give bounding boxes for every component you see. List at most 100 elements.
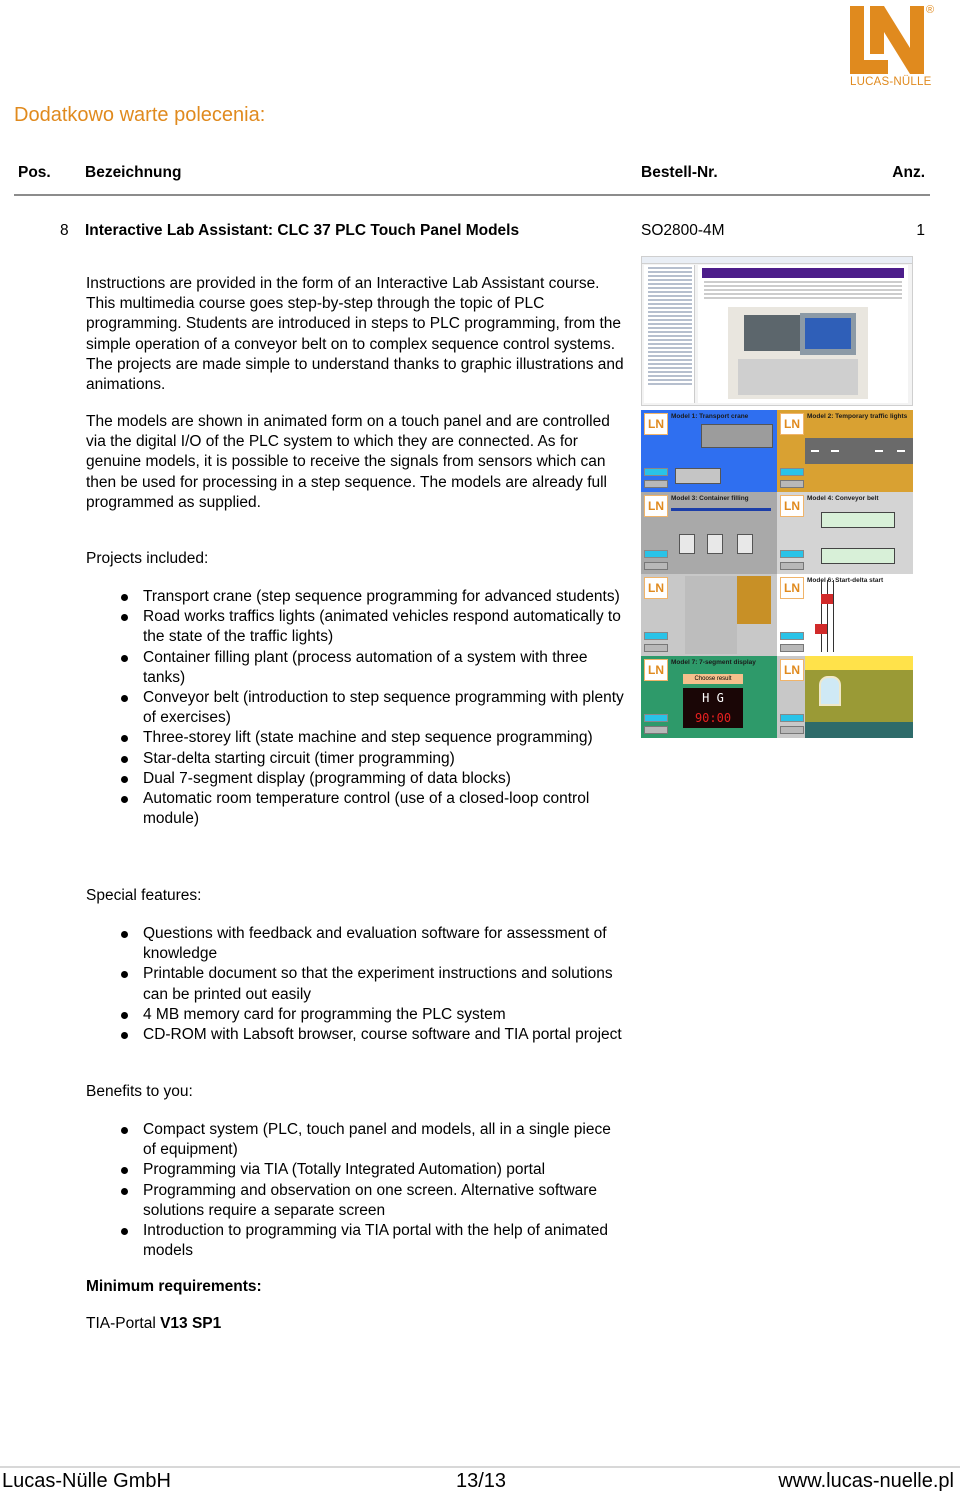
score-time: 90:00 [694, 711, 732, 725]
crane-graphic [701, 424, 773, 448]
main-button [644, 726, 668, 734]
list-item-text: Three-storey lift (state machine and ste… [143, 729, 593, 747]
plc-unit [744, 315, 806, 351]
bullet-icon [121, 775, 128, 783]
header-divider [14, 194, 930, 196]
seven-segment-display: H G 90:00 [683, 688, 743, 728]
bullet-icon [121, 654, 128, 662]
description-paragraph-2: The models are shown in animated form on… [86, 412, 626, 513]
ln-logo-icon: LN [780, 413, 804, 435]
list-item: Programming via TIA (Totally Integrated … [118, 1160, 628, 1180]
bullet-icon [121, 1187, 128, 1195]
list-item: Compact system (PLC, touch panel and mod… [118, 1120, 628, 1160]
app-menubar [642, 257, 912, 264]
benefits-label: Benefits to you: [86, 1083, 193, 1100]
paragraph-text: Instructions are provided in the form of… [86, 275, 624, 394]
bullet-icon [121, 1167, 128, 1175]
list-item: Transport crane (step sequence programmi… [118, 587, 628, 607]
list-item-text: CD-ROM with Labsoft browser, course soft… [143, 1026, 622, 1044]
floor-graphic [805, 722, 913, 738]
ln-logo-icon: LN [780, 659, 804, 681]
list-item: Star-delta starting circuit (timer progr… [118, 749, 628, 769]
requirement-version: V13 SP1 [160, 1315, 222, 1332]
list-item-text: Programming and observation on one scree… [143, 1181, 598, 1219]
model-tile-room-temperature: LN [777, 656, 913, 738]
main-button [644, 644, 668, 652]
list-item: Automatic room temperature control (use … [118, 789, 628, 829]
footer-page-number: 13/13 [456, 1470, 507, 1492]
model-title: Model 6: Start-delta start [807, 577, 884, 584]
projects-list: Transport crane (step sequence programmi… [118, 587, 628, 829]
ln-logo-icon: LN [644, 577, 668, 599]
row-order-number: SO2800-4M [641, 222, 725, 239]
model-tile-lift: LN [641, 574, 777, 656]
product-screenshots: LN Model 1: Transport crane LN Model 2: … [641, 256, 913, 738]
list-item-text: Transport crane (step sequence programmi… [143, 588, 620, 605]
conveyor-graphic [821, 548, 895, 564]
row-quantity: 1 [916, 222, 925, 239]
main-button [780, 644, 804, 652]
road-graphic [805, 438, 913, 464]
row-name: Interactive Lab Assistant: CLC 37 PLC To… [85, 222, 520, 239]
contactor-graphic [815, 624, 827, 634]
list-item: Programming and observation on one scree… [118, 1181, 628, 1221]
home-guest-label: H G [702, 691, 724, 705]
footer-divider [0, 1466, 960, 1468]
model-title: Model 1: Transport crane [671, 413, 749, 420]
model-button [780, 632, 804, 640]
tank-graphic [707, 534, 723, 554]
touch-panel [800, 313, 856, 355]
model-button [780, 550, 804, 558]
belt-graphic [675, 468, 721, 484]
model-tile-7-segment: LN Model 7: 7-segment display Choose res… [641, 656, 777, 738]
logo-brand-text: LUCAS-NÜLLE [850, 76, 932, 88]
model-title: Model 4: Conveyor belt [807, 495, 879, 502]
list-item-text: Container filling plant (process automat… [143, 648, 588, 686]
list-item-text: Programming via TIA (Totally Integrated … [143, 1161, 546, 1179]
list-item: Introduction to programming via TIA port… [118, 1221, 628, 1261]
choose-result-field: Choose result [683, 674, 743, 684]
header-quantity: Anz. [892, 164, 925, 181]
course-page [698, 265, 908, 403]
model-title: Model 7: 7-segment display [671, 659, 756, 666]
list-item-text: 4 MB memory card for programming the PLC… [143, 1005, 506, 1023]
list-item-text: Conveyor belt (introduction to step sequ… [143, 689, 624, 727]
requirements-label: Minimum requirements: [86, 1278, 262, 1295]
registered-mark: ® [926, 4, 935, 16]
header-pos: Pos. [18, 164, 51, 181]
model-screens-grid: LN Model 1: Transport crane LN Model 2: … [641, 410, 913, 738]
tank-graphic [737, 534, 753, 554]
list-item: 4 MB memory card for programming the PLC… [118, 1005, 628, 1025]
main-button [644, 562, 668, 570]
lucas-nuelle-logo: ® LUCAS-NÜLLE [848, 4, 940, 92]
bullet-icon [121, 735, 128, 743]
features-label: Special features: [86, 887, 202, 904]
paragraph-text: The models are shown in animated form on… [86, 413, 610, 511]
bullet-icon [121, 755, 128, 763]
window-graphic [819, 676, 841, 706]
list-item: Dual 7-segment display (programming of d… [118, 769, 628, 789]
features-list: Questions with feedback and evaluation s… [118, 924, 628, 1045]
temperature-bar [805, 656, 913, 670]
description-paragraph-1: Instructions are provided in the form of… [86, 274, 626, 395]
tank-graphic [679, 534, 695, 554]
main-button [780, 562, 804, 570]
ln-logo-icon: LN [644, 495, 668, 517]
section-title: Dodatkowo warte polecenia: [14, 104, 266, 126]
main-button [780, 480, 804, 488]
labsoft-course-screenshot [641, 256, 913, 406]
ln-logo-icon: LN [644, 659, 668, 681]
lift-shaft-graphic [685, 576, 737, 654]
main-button [780, 726, 804, 734]
model-title: Model 3: Container filling [671, 495, 749, 502]
contactor-graphic [821, 594, 833, 604]
header-order-number: Bestell-Nr. [641, 164, 718, 181]
table-header: Pos. Bezeichnung Bestell-Nr. Anz. [14, 164, 929, 186]
footer-website[interactable]: www.lucas-nuelle.pl [778, 1470, 954, 1493]
model-button [644, 632, 668, 640]
list-item: Questions with feedback and evaluation s… [118, 924, 628, 964]
lift-cabin-graphic [737, 576, 771, 624]
projects-label: Projects included: [86, 550, 209, 567]
list-item-text: Introduction to programming via TIA port… [143, 1222, 608, 1260]
bullet-icon [121, 1127, 128, 1134]
